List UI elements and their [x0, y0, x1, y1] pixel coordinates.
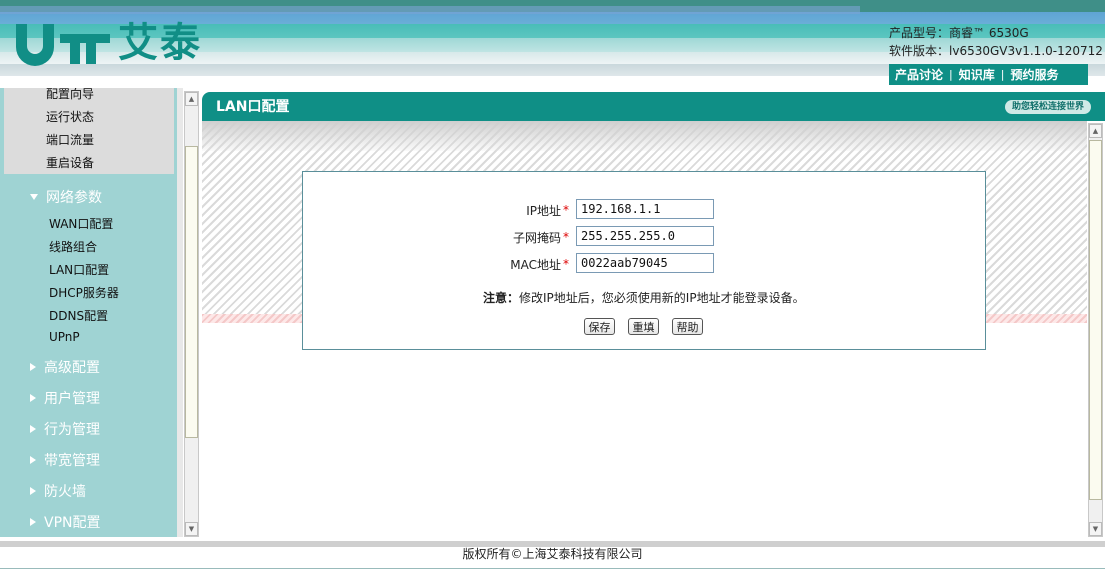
collapsed-icon [30, 487, 36, 495]
sidebar-item-wan[interactable]: WAN口配置 [49, 215, 113, 232]
header-stripe [0, 6, 860, 14]
software-version: 软件版本：lv6530GV3v1.1.0-120712 [889, 44, 1103, 58]
subnet-mask-input[interactable] [576, 226, 714, 246]
scroll-up-icon[interactable]: ▲ [185, 92, 198, 106]
sidebar-group-advanced[interactable]: 高级配置 [30, 357, 100, 377]
main-scroll-thumb[interactable] [1089, 140, 1102, 500]
form-buttons: 保存 重填 帮助 [584, 318, 703, 335]
collapsed-icon [30, 425, 36, 433]
sidebar-item-ddns[interactable]: DDNS配置 [49, 307, 108, 324]
sidebar-group-users[interactable]: 用户管理 [30, 388, 100, 408]
copyright-text: 版权所有©上海艾泰科技有限公司 [462, 547, 643, 561]
sidebar-item-upnp[interactable]: UPnP [49, 330, 80, 344]
sidebar-scrollbar[interactable]: ▲ ▼ [184, 91, 199, 537]
product-info: 产品型号：商睿™ 6530G 软件版本：lv6530GV3v1.1.0-1207… [889, 24, 1103, 60]
sidebar-item-dhcp[interactable]: DHCP服务器 [49, 284, 119, 301]
top-links: 产品讨论 | 知识库 | 预约服务 [889, 64, 1088, 85]
required-mark: * [563, 257, 569, 271]
sidebar-group-network[interactable]: 网络参数 [30, 187, 102, 207]
link-reserve-service[interactable]: 预约服务 [1004, 66, 1064, 83]
product-model: 产品型号：商睿™ 6530G [889, 26, 1029, 40]
sidebar-item-port-traffic[interactable]: 端口流量 [46, 131, 94, 148]
sidebar-item-line-combine[interactable]: 线路组合 [49, 238, 97, 255]
slogan-badge: 助您轻松连接世界 [1005, 100, 1091, 114]
mac-address-input[interactable] [576, 253, 714, 273]
logo: 艾泰 [12, 20, 202, 66]
sidebar-item-run-status[interactable]: 运行状态 [46, 108, 94, 125]
collapsed-icon [30, 518, 36, 526]
sidebar-edge [177, 88, 183, 537]
header-banner: 艾泰 产品型号：商睿™ 6530G 软件版本：lv6530GV3v1.1.0-1… [0, 0, 1105, 88]
ip-address-input[interactable] [576, 199, 714, 219]
expanded-icon [30, 194, 38, 200]
sidebar: 配置向导 运行状态 端口流量 重启设备 网络参数 WAN口配置 线路组合 LAN… [0, 88, 177, 537]
scroll-down-icon[interactable]: ▼ [1089, 522, 1102, 536]
reset-button[interactable]: 重填 [628, 318, 659, 335]
main-scrollbar[interactable]: ▲ ▼ [1088, 123, 1103, 537]
note-text: 注意：修改IP地址后，您必须使用新的IP地址才能登录设备。 [483, 291, 805, 305]
link-knowledge-base[interactable]: 知识库 [953, 66, 1001, 83]
required-mark: * [563, 230, 569, 244]
mac-label: MAC地址 [510, 258, 561, 272]
utt-logo-icon [16, 24, 110, 66]
sidebar-group-bandwidth[interactable]: 带宽管理 [30, 450, 100, 470]
save-button[interactable]: 保存 [584, 318, 615, 335]
page-title-bar: LAN口配置 助您轻松连接世界 [202, 92, 1105, 121]
brand-text: 艾泰 [118, 20, 202, 66]
sidebar-item-reboot[interactable]: 重启设备 [46, 154, 94, 171]
mac-row: MAC地址 * [303, 253, 987, 273]
required-mark: * [563, 203, 569, 217]
footer-line [0, 568, 1105, 569]
content-background-shade [202, 121, 1087, 151]
sidebar-item-setup-wizard[interactable]: 配置向导 [46, 88, 94, 102]
link-product-discussion[interactable]: 产品讨论 [889, 66, 949, 83]
collapsed-icon [30, 456, 36, 464]
sidebar-group-vpn[interactable]: VPN配置 [30, 512, 101, 532]
sidebar-submenu-system: 配置向导 运行状态 端口流量 重启设备 [4, 88, 174, 174]
sidebar-item-lan[interactable]: LAN口配置 [49, 261, 109, 278]
scroll-up-icon[interactable]: ▲ [1089, 124, 1102, 138]
sidebar-group-behavior[interactable]: 行为管理 [30, 419, 100, 439]
collapsed-icon [30, 363, 36, 371]
mask-label: 子网掩码 [512, 231, 561, 245]
scroll-down-icon[interactable]: ▼ [185, 522, 198, 536]
ip-label: IP地址 [526, 204, 561, 218]
mask-row: 子网掩码 * [303, 226, 987, 246]
sidebar-group-firewall[interactable]: 防火墙 [30, 481, 86, 501]
page-title: LAN口配置 [216, 99, 290, 115]
sidebar-scroll-thumb[interactable] [185, 146, 198, 438]
lan-config-form: IP地址 * 子网掩码 * MAC地址 * 注意：修改IP地址后，您必须使用新的… [302, 171, 986, 350]
ip-row: IP地址 * [303, 199, 987, 219]
help-button[interactable]: 帮助 [672, 318, 703, 335]
collapsed-icon [30, 394, 36, 402]
